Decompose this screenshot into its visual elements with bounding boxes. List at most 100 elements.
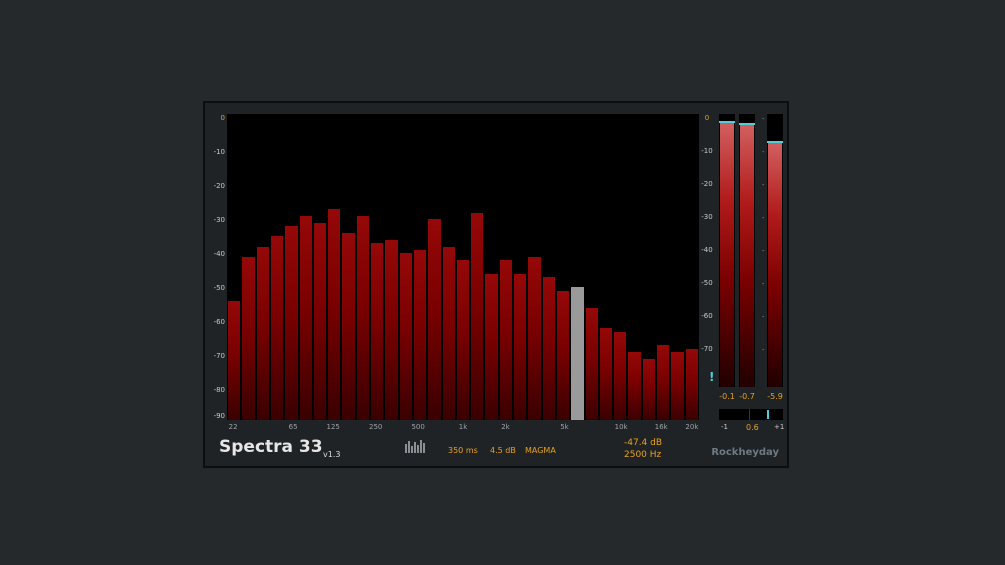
meter-dot: -	[762, 247, 765, 255]
meter-mid-fill	[768, 141, 782, 387]
y-tick-label: 0	[220, 114, 225, 122]
meter-scale-label: -10	[701, 147, 713, 155]
spectrum-bar[interactable]	[413, 250, 427, 420]
meter-right	[739, 114, 755, 387]
y-tick-label: -50	[213, 284, 225, 292]
spectrum-bar[interactable]	[499, 260, 513, 420]
spectrum-bar[interactable]	[256, 246, 269, 420]
meter-dot: -	[762, 148, 765, 156]
x-tick-label: 250	[368, 423, 383, 431]
x-tick-label: 20k	[685, 423, 699, 431]
warning-icon: !	[709, 370, 715, 384]
spectrum-bar[interactable]	[328, 209, 341, 420]
brand-logo: Rockheyday	[711, 447, 779, 458]
meter-dot: -	[762, 214, 765, 222]
correlation-marker	[767, 410, 770, 419]
spectrum-bar[interactable]	[514, 273, 527, 420]
spectrum-bar[interactable]	[385, 239, 398, 420]
spectrum-bar[interactable]	[542, 277, 555, 420]
colormap-setting[interactable]: MAGMA	[525, 446, 556, 455]
correlation-value: 0.6	[746, 423, 759, 432]
spectrum-display[interactable]	[227, 114, 699, 420]
spectrum-bar[interactable]	[456, 260, 470, 420]
x-tick-label: 125	[326, 423, 340, 431]
spectrum-bar[interactable]	[471, 212, 484, 420]
meter-left	[719, 114, 735, 387]
y-tick-label: -70	[213, 352, 225, 360]
spectrum-bar[interactable]	[614, 331, 627, 420]
spectrum-bar[interactable]	[313, 222, 327, 420]
spectrum-bar[interactable]	[399, 253, 412, 420]
meter-scale-label: -20	[701, 180, 713, 188]
meter-scale-label: -30	[701, 213, 713, 221]
y-tick-label: -90	[213, 412, 225, 420]
y-tick-label: -30	[213, 216, 225, 224]
y-tick-label: -20	[213, 182, 225, 190]
meter-mid	[767, 114, 783, 387]
spectrum-bar[interactable]	[342, 233, 355, 420]
correlation-center	[749, 409, 750, 420]
meter-scale-label: -70	[701, 345, 713, 353]
spectrum-bar[interactable]	[299, 216, 312, 420]
readout-level: -47.4 dB	[624, 438, 663, 448]
spectrum-bar[interactable]	[556, 290, 570, 420]
spectrum-bar[interactable]	[528, 256, 541, 420]
spectrum-bar[interactable]	[571, 287, 584, 420]
spectrum-bar[interactable]	[285, 226, 298, 420]
time-setting[interactable]: 350 ms	[448, 446, 478, 455]
x-tick-label: 16k	[654, 423, 668, 431]
meter-dot: -	[762, 181, 765, 189]
meter-dot: -	[762, 280, 765, 288]
y-tick-label: -80	[213, 386, 225, 394]
meter-left-peak	[719, 121, 735, 124]
spectrum-bar[interactable]	[442, 246, 455, 420]
x-tick-label: 5k	[560, 423, 569, 431]
plugin-window: 0 -10 -20 -30 -40 -50 -60 -70 -80 -90 22 65 125 250 5…	[203, 101, 789, 468]
meter-dot: -	[762, 313, 765, 321]
meter-right-fill	[740, 124, 754, 387]
meter-scale-label: -60	[701, 312, 713, 320]
meter-mid-value: -5.9	[767, 392, 783, 401]
spectrum-bar[interactable]	[228, 301, 241, 420]
correlation-min-label: -1	[721, 423, 728, 431]
spectrum-bar[interactable]	[628, 352, 641, 420]
spectrum-bar[interactable]	[242, 256, 255, 420]
spectrum-bar[interactable]	[657, 345, 670, 420]
x-tick-label: 22	[228, 423, 238, 431]
spectrum-bar[interactable]	[356, 216, 370, 420]
spectrum-bar[interactable]	[585, 307, 598, 420]
meter-scale-label: 0	[704, 114, 710, 122]
spectrum-bar[interactable]	[671, 352, 684, 420]
meter-scale-label: -40	[701, 246, 713, 254]
spectrum-bar[interactable]	[485, 273, 498, 420]
x-tick-label: 2k	[501, 423, 510, 431]
y-tick-label: -40	[213, 250, 225, 258]
spectrum-bar[interactable]	[642, 358, 656, 420]
slope-setting[interactable]: 4.5 dB	[490, 446, 516, 455]
spectrum-bar[interactable]	[685, 348, 698, 420]
meter-mid-peak	[767, 140, 783, 143]
correlation-max-label: +1	[774, 423, 785, 431]
x-tick-label: 1k	[458, 423, 468, 431]
app-version: v1.3	[323, 450, 341, 459]
meter-scale-label: -50	[701, 279, 713, 287]
x-tick-label: 65	[288, 423, 298, 431]
spectrum-bar[interactable]	[599, 328, 613, 420]
meter-right-peak	[739, 123, 755, 126]
spectrum-bar[interactable]	[270, 236, 284, 420]
correlation-meter	[719, 409, 783, 420]
meter-dot: -	[762, 346, 765, 354]
y-tick-label: -10	[213, 148, 225, 156]
spectrum-bar[interactable]	[371, 243, 384, 420]
meter-dots: - - - - - - - -	[759, 114, 767, 387]
meter-dot: -	[762, 115, 765, 123]
readout-frequency: 2500 Hz	[624, 450, 662, 460]
meter-right-value: -0.7	[739, 392, 755, 401]
bars-icon[interactable]	[405, 439, 427, 453]
y-tick-label: -60	[213, 318, 225, 326]
spectrum-bar[interactable]	[428, 219, 441, 420]
footer-bar: Spectra 33 v1.3 350 ms 4.5 dB MAGMA -47.…	[205, 433, 787, 466]
x-tick-label: 10k	[614, 423, 628, 431]
meter-left-fill	[720, 122, 734, 387]
x-tick-label: 500	[411, 423, 425, 431]
